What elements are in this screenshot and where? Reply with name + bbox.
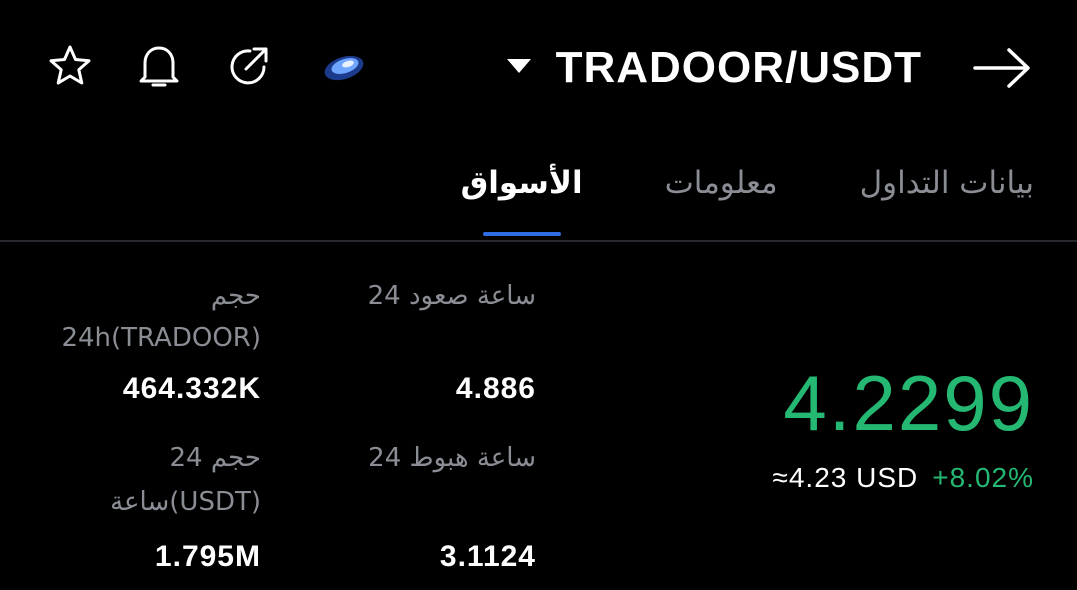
tab-trading-data[interactable]: بيانات التداول [860, 160, 1034, 206]
price-change-percent: +8.02% [932, 462, 1034, 493]
chevron-down-icon [506, 57, 532, 79]
low-24h-label: 24 ساعة هبوط [368, 443, 536, 473]
favorite-star-icon[interactable] [42, 38, 98, 94]
tab-divider [0, 240, 1077, 242]
tab-markets[interactable]: الأسواق [461, 160, 583, 236]
volume-quote-label-line2: ساعة(USDT) [110, 487, 261, 517]
pair-title: TRADOOR/USDT [555, 43, 922, 92]
tab-bar: الأسواق معلومات بيانات التداول [461, 160, 1034, 236]
low-24h-value: 3.1124 [439, 540, 536, 573]
volume-base-value: 464.332K [122, 372, 261, 405]
volume-quote-label-line1: حجم 24 [169, 443, 261, 473]
share-icon[interactable] [221, 38, 277, 94]
back-arrow-button[interactable] [967, 38, 1037, 98]
high-24h-value: 4.886 [455, 372, 536, 405]
bell-icon[interactable] [131, 38, 187, 94]
usd-price: ≈4.23 USD [772, 462, 919, 493]
pair-selector[interactable]: TRADOOR/USDT [506, 40, 922, 96]
last-price: 4.2299 [783, 359, 1034, 447]
high-24h-label: 24 ساعة صعود [367, 281, 536, 311]
volume-quote-value: 1.795M [154, 540, 261, 573]
volume-base-label-line2: 24h(TRADOOR) [61, 323, 261, 353]
price-subline: ≈4.23 USD +8.02% [772, 462, 1034, 494]
volume-base-label-line1: حجم [210, 281, 261, 311]
token-logo-icon [316, 38, 372, 94]
tab-info[interactable]: معلومات [665, 160, 778, 206]
